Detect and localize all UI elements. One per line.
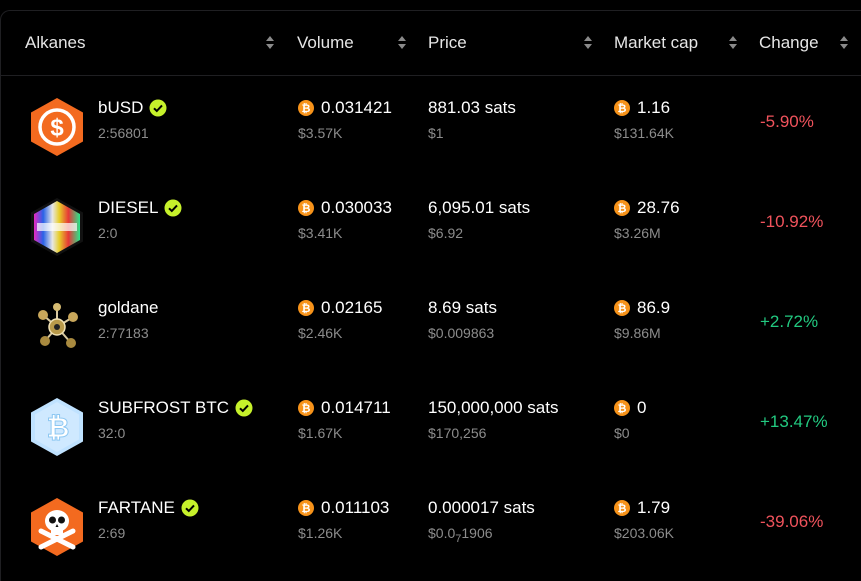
svg-text:₿: ₿ (302, 103, 311, 115)
table-header: Alkanes Volume Price Market cap Change (1, 11, 861, 76)
svg-text:₿: ₿ (618, 503, 627, 515)
verified-check-icon (181, 499, 199, 517)
market-cap-btc: ₿ 1.16 (614, 98, 670, 118)
change-value: -10.92% (760, 212, 824, 231)
volume-usd: $1.67K (298, 425, 343, 441)
bitcoin-icon: ₿ (298, 300, 314, 316)
verified-check-icon (164, 199, 182, 217)
header-alkanes[interactable]: Alkanes (25, 33, 85, 53)
token-name: FARTANE (98, 498, 199, 518)
verified-check-icon (235, 399, 253, 417)
fartane-skull-logo (31, 498, 83, 556)
volume-btc: ₿ 0.011103 (298, 498, 389, 518)
volume-usd: $3.57K (298, 125, 343, 141)
subfrost-bitcoin-logo: ₿ (31, 398, 83, 456)
bitcoin-icon: ₿ (614, 200, 630, 216)
token-name: bUSD (98, 98, 167, 118)
bitcoin-icon: ₿ (614, 300, 630, 316)
price-sats: 8.69 sats (428, 298, 497, 317)
price-usd: $170,256 (428, 425, 487, 441)
price-sats: 881.03 sats (428, 98, 516, 117)
bitcoin-icon: ₿ (298, 400, 314, 416)
goldane-molecule-logo (38, 303, 78, 348)
change-value: -39.06% (760, 512, 824, 531)
market-cap-btc: ₿ 1.79 (614, 498, 670, 518)
svg-text:₿: ₿ (302, 303, 311, 315)
table-row[interactable]: FARTANE 2:69 ₿ 0.011103 $1.26K 0.000017 … (1, 475, 861, 575)
price-usd: $0.071906 (428, 525, 493, 545)
token-id: 2:56801 (98, 125, 149, 141)
market-cap-usd: $203.06K (614, 525, 674, 541)
market-cap-usd: $0 (614, 425, 630, 441)
svg-text:₿: ₿ (618, 203, 627, 215)
bitcoin-icon: ₿ (298, 100, 314, 116)
volume-usd: $3.41K (298, 225, 343, 241)
volume-btc: ₿ 0.014711 (298, 398, 391, 418)
token-name: DIESEL (98, 198, 182, 218)
change-value: +2.72% (760, 312, 819, 331)
bitcoin-icon: ₿ (614, 100, 630, 116)
volume-btc: ₿ 0.02165 (298, 298, 382, 318)
price-sats: 6,095.01 sats (428, 198, 531, 217)
volume-btc: ₿ 0.030033 (298, 198, 392, 218)
verified-check-icon (149, 99, 167, 117)
header-volume[interactable]: Volume (297, 33, 354, 53)
volume-usd: $1.26K (298, 525, 343, 541)
header-market-cap[interactable]: Market cap (614, 33, 698, 53)
table-row[interactable]: $ bUSD 2:56801 ₿ 0.031421 $3.57K 881.03 … (1, 75, 861, 175)
sort-volume-icon[interactable] (398, 36, 406, 50)
market-cap-usd: $3.26M (614, 225, 661, 241)
change-value: +13.47% (760, 412, 828, 431)
table-row[interactable]: DIESEL 2:0 ₿ 0.030033 $3.41K 6,095.01 sa… (1, 175, 861, 275)
svg-text:₿: ₿ (302, 203, 311, 215)
svg-text:₿: ₿ (302, 503, 311, 515)
diesel-rainbow-logo (31, 198, 83, 256)
svg-text:₿: ₿ (302, 403, 311, 415)
volume-usd: $2.46K (298, 325, 343, 341)
price-usd: $1 (428, 125, 444, 141)
price-usd: $6.92 (428, 225, 464, 241)
market-cap-btc: ₿ 0 (614, 398, 646, 418)
sort-price-icon[interactable] (584, 36, 592, 50)
token-name: goldane (98, 298, 159, 317)
sort-change-icon[interactable] (840, 36, 848, 50)
price-usd: $0.009863 (428, 325, 495, 341)
svg-text:₿: ₿ (618, 103, 627, 115)
svg-text:₿: ₿ (618, 403, 627, 415)
table-row[interactable]: goldane 2:77183 ₿ 0.02165 $2.46K 8.69 sa… (1, 275, 861, 375)
token-name: SUBFROST BTC (98, 398, 253, 418)
header-change[interactable]: Change (759, 33, 819, 53)
price-sats: 150,000,000 sats (428, 398, 559, 417)
market-cap-usd: $131.64K (614, 125, 674, 141)
svg-text:₿: ₿ (618, 303, 627, 315)
token-id: 32:0 (98, 425, 126, 441)
svg-text:₿: ₿ (47, 412, 70, 443)
bitcoin-icon: ₿ (614, 500, 630, 516)
alkanes-table: Alkanes Volume Price Market cap Change $… (0, 10, 861, 581)
sort-alkanes-icon[interactable] (266, 36, 274, 50)
market-cap-btc: ₿ 28.76 (614, 198, 680, 218)
bitcoin-icon: ₿ (298, 200, 314, 216)
token-id: 2:0 (98, 225, 118, 241)
svg-text:$: $ (50, 115, 64, 142)
table-row[interactable]: ₿ SUBFROST BTC 32:0 ₿ 0.014711 $1.67K 15… (1, 375, 861, 475)
bitcoin-icon: ₿ (614, 400, 630, 416)
sort-market-cap-icon[interactable] (729, 36, 737, 50)
market-cap-btc: ₿ 86.9 (614, 298, 670, 318)
token-id: 2:77183 (98, 325, 149, 341)
market-cap-usd: $9.86M (614, 325, 661, 341)
header-price[interactable]: Price (428, 33, 467, 53)
price-sats: 0.000017 sats (428, 498, 535, 517)
busd-dollar-logo: $ (31, 98, 83, 156)
volume-btc: ₿ 0.031421 (298, 98, 392, 118)
change-value: -5.90% (760, 112, 814, 131)
token-id: 2:69 (98, 525, 126, 541)
bitcoin-icon: ₿ (298, 500, 314, 516)
